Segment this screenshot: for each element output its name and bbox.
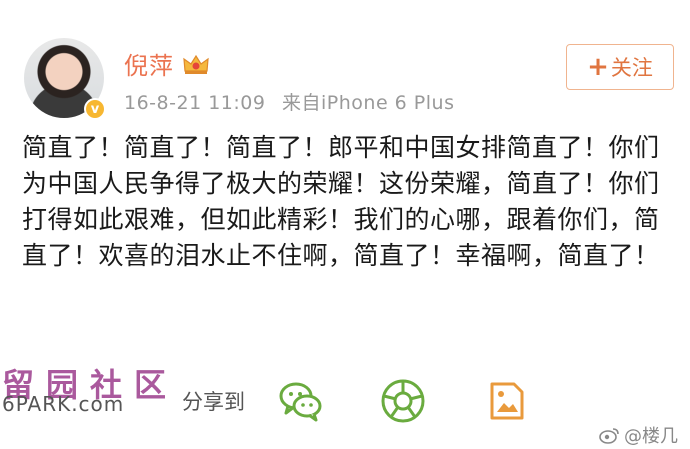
plus-icon: + xyxy=(587,52,609,82)
post-text: 简直了！简直了！简直了！郎平和中国女排简直了！你们为中国人民争得了极大的荣耀！这… xyxy=(22,133,660,270)
watermark: 留园社区 6PARK.com xyxy=(0,360,200,420)
weibo-handle: @楼几 xyxy=(598,422,678,448)
follow-label: 关注 xyxy=(610,56,653,80)
weibo-handle-text: @楼几 xyxy=(624,426,678,447)
timestamp: 16-8-21 11:09 xyxy=(124,92,266,114)
album-icon[interactable] xyxy=(482,376,532,426)
watermark-en: 6PARK.com xyxy=(2,392,125,416)
weibo-logo-icon xyxy=(599,428,619,444)
post-meta: 16-8-21 11:09 来自iPhone 6 Plus xyxy=(124,88,454,115)
moments-icon[interactable] xyxy=(378,376,428,426)
crown-icon xyxy=(183,54,209,74)
source-text: 来自iPhone 6 Plus xyxy=(282,92,455,114)
follow-button[interactable]: + 关注 xyxy=(566,44,674,90)
verified-icon: v xyxy=(84,98,106,120)
user-name[interactable]: 倪萍 xyxy=(124,46,174,81)
wechat-icon[interactable] xyxy=(276,376,326,426)
post-header: v 倪萍 16-8-21 11:09 来自iPhone 6 Plus + 关注 xyxy=(24,36,674,122)
name-row: 倪萍 xyxy=(124,46,210,81)
